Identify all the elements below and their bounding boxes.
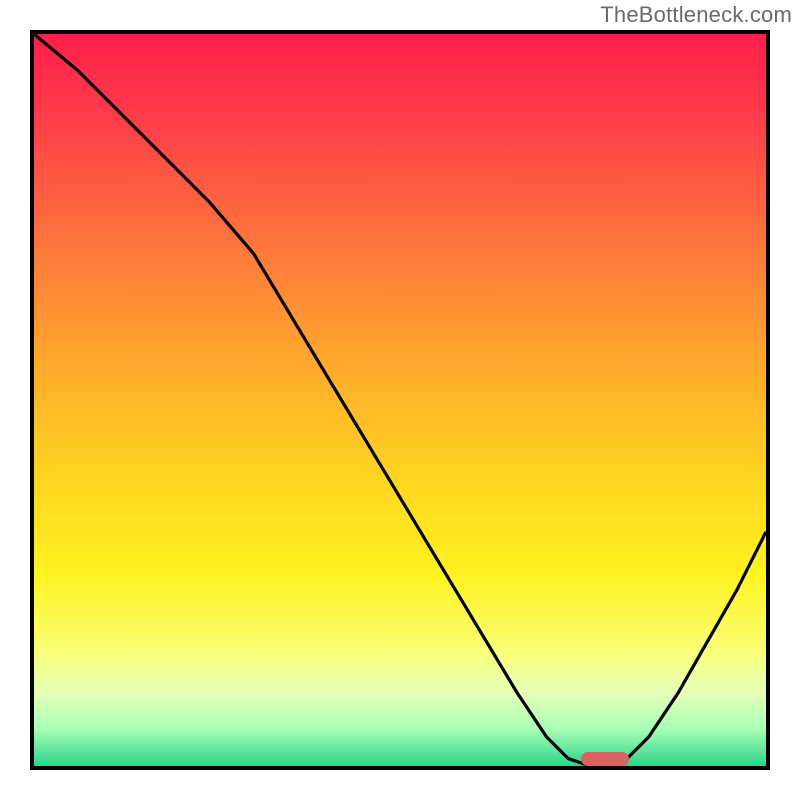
chart-root: TheBottleneck.com: [0, 0, 800, 800]
optimal-point-marker: [581, 752, 629, 766]
watermark-text: TheBottleneck.com: [600, 2, 792, 28]
bottleneck-curve: [34, 34, 766, 766]
plot-area: [30, 30, 770, 770]
